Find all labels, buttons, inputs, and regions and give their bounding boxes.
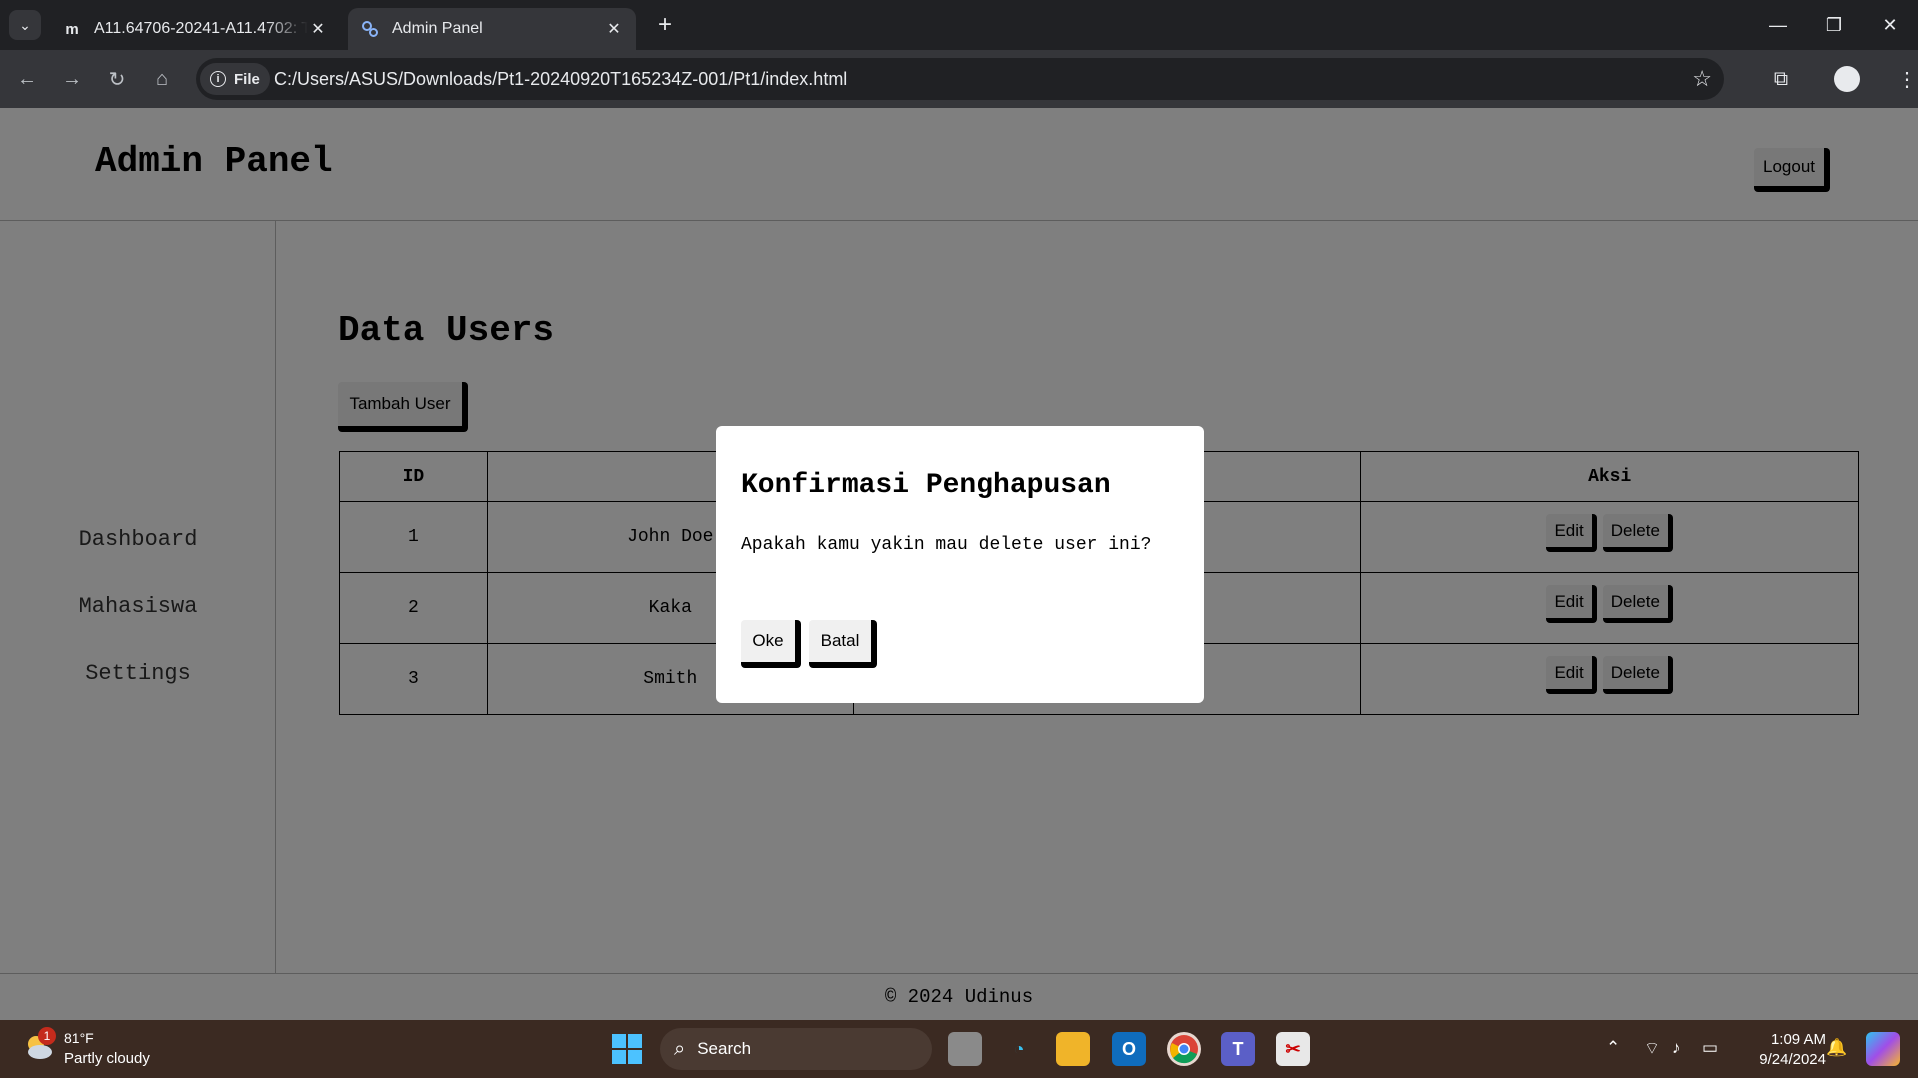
arrow-left-icon: ← <box>17 67 37 90</box>
home-button[interactable]: ⌂ <box>145 62 179 96</box>
cancel-button[interactable]: Batal <box>809 620 877 668</box>
home-icon: ⌂ <box>155 67 169 90</box>
bookmark-star-icon[interactable]: ☆ <box>1692 66 1712 92</box>
info-icon: i <box>210 71 226 87</box>
confirm-ok-button[interactable]: Oke <box>741 620 801 668</box>
search-icon: ⌕ <box>674 1037 686 1060</box>
browser-toolbar: ← → ↻ ⌂ i File C:/Users/ASUS/Downloads/P… <box>0 50 1918 108</box>
teams-icon[interactable]: T <box>1221 1032 1255 1066</box>
weather-condition[interactable]: Partly cloudy <box>64 1050 150 1067</box>
taskbar: 1 81°F Partly cloudy ⌕ Search ◔ O T ✂ ⌃ … <box>0 1020 1918 1078</box>
edge-browser-icon[interactable]: ◔ <box>1002 1032 1036 1066</box>
chevron-down-icon: ⌄ <box>19 16 31 33</box>
new-tab-button[interactable]: + <box>650 10 680 40</box>
back-button[interactable]: ← <box>10 62 44 96</box>
reload-icon: ↻ <box>108 68 126 91</box>
task-view-icon[interactable] <box>948 1032 982 1066</box>
web-page: Admin Panel Logout Dashboard Mahasiswa S… <box>0 108 1918 1020</box>
battery-icon[interactable]: ▭ <box>1702 1038 1718 1058</box>
profile-avatar[interactable] <box>1834 66 1860 92</box>
m-logo-icon: m <box>65 20 79 38</box>
system-clock[interactable]: 1:09 AM 9/24/2024 <box>1738 1030 1826 1070</box>
weather-temperature[interactable]: 81°F <box>64 1030 94 1046</box>
clock-date: 9/24/2024 <box>1759 1051 1826 1068</box>
snipping-tool-icon[interactable]: ✂ <box>1276 1032 1310 1066</box>
volume-icon[interactable]: ♪ <box>1672 1038 1681 1058</box>
outlook-icon[interactable]: O <box>1112 1032 1146 1066</box>
screen: ⌄ m A11.64706-20241-A11.4702: Tu ✕ Admin… <box>0 0 1918 1078</box>
tab-title: A11.64706-20241-A11.4702: Tu <box>94 20 308 37</box>
window-close-button[interactable]: ✕ <box>1862 8 1918 42</box>
chrome-icon[interactable] <box>1167 1032 1201 1066</box>
windows-logo-icon <box>612 1050 626 1064</box>
browser-tab-inactive[interactable]: m A11.64706-20241-A11.4702: Tu ✕ <box>50 8 340 50</box>
close-icon[interactable]: ✕ <box>308 19 328 39</box>
reload-button[interactable]: ↻ <box>100 62 134 96</box>
restore-button[interactable]: ❐ <box>1806 8 1862 42</box>
tab-search-button[interactable]: ⌄ <box>9 10 41 40</box>
file-explorer-icon[interactable] <box>1056 1032 1090 1066</box>
taskbar-search[interactable]: ⌕ Search <box>660 1028 932 1070</box>
gear-favicon-icon <box>360 19 380 39</box>
dialog-message: Apakah kamu yakin mau delete user ini? <box>741 535 1152 555</box>
tab-title: Admin Panel <box>392 20 483 37</box>
address-bar[interactable]: i File C:/Users/ASUS/Downloads/Pt1-20240… <box>196 58 1724 100</box>
windows-logo-icon <box>612 1034 626 1048</box>
browser-tab-bar: ⌄ m A11.64706-20241-A11.4702: Tu ✕ Admin… <box>0 0 1918 50</box>
close-icon[interactable]: ✕ <box>604 19 624 39</box>
browser-tab-active[interactable]: Admin Panel ✕ <box>348 8 636 50</box>
clock-time: 1:09 AM <box>1770 1031 1826 1048</box>
copilot-icon[interactable] <box>1866 1032 1900 1066</box>
weather-badge: 1 <box>38 1027 56 1045</box>
forward-button[interactable]: → <box>55 62 89 96</box>
notification-bell-icon[interactable]: 🔔 <box>1826 1038 1847 1058</box>
windows-logo-icon <box>628 1034 642 1048</box>
search-label: Search <box>697 1039 752 1058</box>
extensions-icon[interactable]: ⧉ <box>1764 62 1798 96</box>
url-text[interactable]: C:/Users/ASUS/Downloads/Pt1-20240920T165… <box>274 58 847 100</box>
dialog-title: Konfirmasi Penghapusan <box>741 470 1111 501</box>
arrow-right-icon: → <box>62 67 82 90</box>
minimize-button[interactable]: — <box>1750 8 1806 42</box>
chevron-up-icon[interactable]: ⌃ <box>1606 1038 1620 1058</box>
windows-logo-icon <box>628 1050 642 1064</box>
wifi-icon[interactable]: ⌔ <box>1644 1038 1660 1059</box>
more-menu-icon[interactable]: ⋮ <box>1890 62 1918 96</box>
delete-confirm-dialog: Konfirmasi Penghapusan Apakah kamu yakin… <box>716 426 1204 703</box>
site-info-chip[interactable]: i File <box>200 63 270 95</box>
start-button[interactable] <box>612 1034 642 1064</box>
site-info-label: File <box>234 70 260 88</box>
